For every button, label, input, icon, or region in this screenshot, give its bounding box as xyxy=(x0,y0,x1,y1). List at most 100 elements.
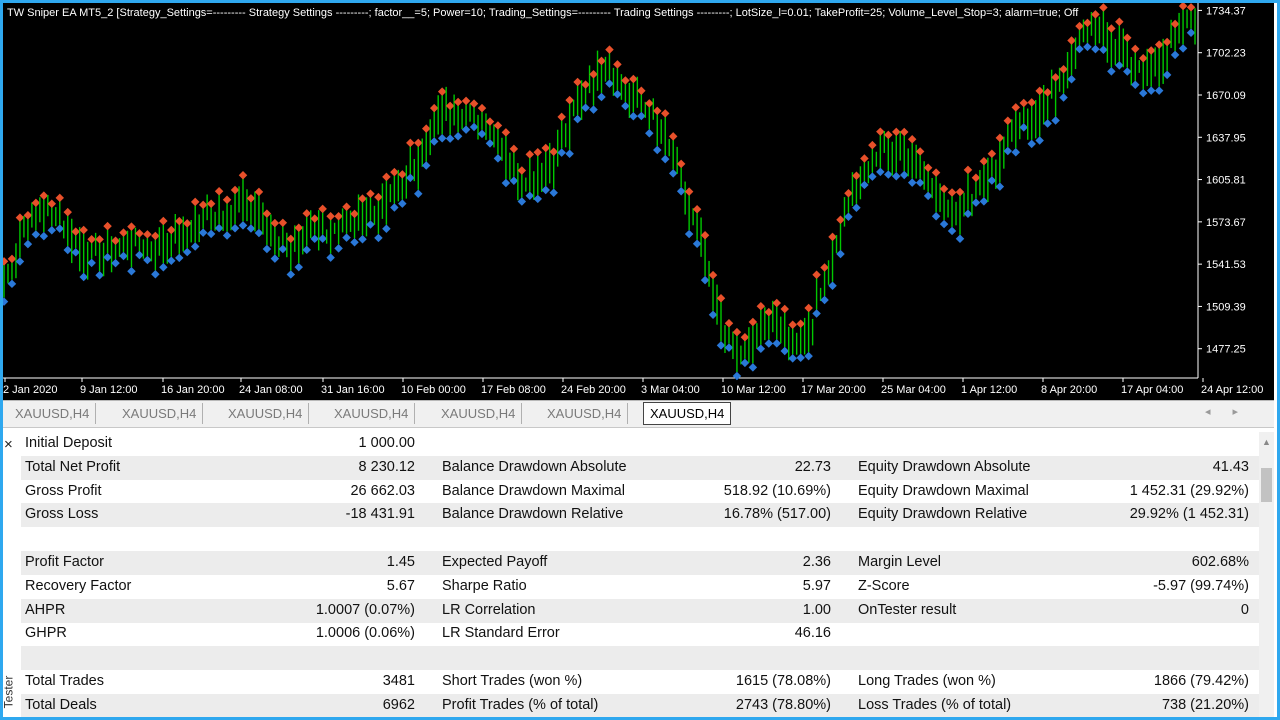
sell-marker xyxy=(740,333,750,342)
chart-tab-7[interactable]: XAUUSD,H4 xyxy=(643,402,732,425)
buy-marker xyxy=(127,266,136,276)
sell-marker xyxy=(278,218,288,228)
sell-marker xyxy=(876,127,885,136)
metric-label: Margin Level xyxy=(858,554,942,570)
sell-marker xyxy=(844,188,853,198)
metric-label: Z-Score xyxy=(858,577,910,594)
metric-label: Expected Payoff xyxy=(442,554,548,570)
chart-tab-6[interactable]: XAUUSD,H4 xyxy=(541,403,629,424)
sell-marker xyxy=(382,172,391,182)
sell-marker xyxy=(358,194,367,203)
buy-marker xyxy=(884,170,893,179)
buy-marker xyxy=(270,254,280,263)
buy-marker xyxy=(398,199,407,208)
metric-value: 16.78% (517.00) xyxy=(723,506,831,523)
buy-marker xyxy=(804,351,813,361)
buy-marker xyxy=(645,128,654,138)
chart-tab-2[interactable]: XAUUSD,H4 xyxy=(116,403,204,424)
chart-tab-5[interactable]: XAUUSD,H4 xyxy=(435,403,523,424)
sell-marker xyxy=(302,209,311,218)
buy-marker xyxy=(326,253,335,262)
buy-marker xyxy=(708,310,718,320)
buy-marker xyxy=(230,224,240,233)
buy-marker xyxy=(103,253,112,262)
report-row: Gross Loss -18 431.91 Balance Drawdown Rel… xyxy=(21,503,1259,528)
buy-marker xyxy=(294,262,304,272)
chart-tab-1[interactable]: XAUUSD,H4 xyxy=(9,403,97,424)
date-tick-label: 24 Apr 12:00 xyxy=(1201,384,1263,396)
sell-marker xyxy=(820,263,829,272)
sell-marker xyxy=(55,193,65,203)
metric-label: Profit Factor xyxy=(25,554,104,570)
metric-value: 3481 xyxy=(382,673,415,689)
chart-tab-3[interactable]: XAUUSD,H4 xyxy=(222,403,310,424)
chart-title: TW Sniper EA MT5_2 [Strategy_Settings=--… xyxy=(7,7,1079,19)
buy-marker xyxy=(581,103,590,113)
price-tick-label: 1702.23 xyxy=(1206,48,1246,60)
metric-label: Balance Drawdown Relative xyxy=(442,506,624,523)
metric-value: -5.97 (99.74%) xyxy=(1153,577,1249,594)
chart-canvas[interactable]: 1734.37 1702.23 1670.09 1637.95 1605.81 1573.… xyxy=(3,3,1274,400)
sell-marker xyxy=(692,205,702,214)
sell-marker xyxy=(660,109,670,118)
sell-marker xyxy=(294,223,304,232)
metric-label: Short Trades (won %) xyxy=(442,673,583,689)
sell-marker xyxy=(557,112,566,122)
buy-marker xyxy=(1011,148,1021,157)
buy-marker xyxy=(573,114,582,124)
sell-marker xyxy=(334,212,343,221)
report-row xyxy=(21,646,1259,671)
buy-marker xyxy=(852,203,861,212)
sell-marker xyxy=(63,207,72,217)
buy-marker xyxy=(119,251,128,261)
metric-label: Profit Trades (% of total) xyxy=(442,696,599,713)
arrow-right-icon[interactable]: ▸ xyxy=(1232,406,1260,418)
report-row: Total Net Profit 8 230.12 Balance Drawdown… xyxy=(21,455,1259,480)
sell-marker xyxy=(1083,18,1092,28)
buy-marker xyxy=(931,211,941,221)
buy-marker xyxy=(382,224,391,233)
report-scrollbar[interactable]: ▲ xyxy=(1259,432,1274,717)
metric-label: Equity Drawdown Relative xyxy=(858,506,1028,523)
sell-marker xyxy=(605,45,614,54)
buy-marker xyxy=(732,371,742,381)
price-tick-label: 1637.95 xyxy=(1206,132,1246,144)
buy-marker xyxy=(485,139,495,148)
sell-marker xyxy=(892,127,901,137)
buy-marker xyxy=(1162,70,1172,80)
sell-marker xyxy=(198,200,208,210)
buy-marker xyxy=(1075,44,1084,54)
sell-marker xyxy=(756,301,766,311)
arrow-left-icon[interactable]: ◂ xyxy=(1205,406,1233,418)
sell-marker xyxy=(613,60,622,69)
sell-marker xyxy=(860,154,869,163)
sell-marker xyxy=(461,96,471,106)
sell-marker xyxy=(1131,44,1140,54)
sell-marker xyxy=(71,227,80,236)
tab-scroll-arrows[interactable]: ◂▸ xyxy=(1205,405,1260,418)
metric-label: Gross Loss xyxy=(25,506,99,523)
buy-marker xyxy=(820,295,829,305)
buy-marker xyxy=(1035,136,1044,145)
buy-marker xyxy=(1059,93,1068,102)
buy-marker xyxy=(923,191,933,201)
price-chart[interactable]: 1734.37 1702.23 1670.09 1637.95 1605.81 1573.… xyxy=(3,3,1274,400)
sell-marker xyxy=(979,157,989,166)
scrollbar-thumb[interactable] xyxy=(1261,468,1272,502)
sell-marker xyxy=(987,149,997,159)
metric-label: Total Trades xyxy=(25,673,104,689)
buy-marker xyxy=(493,154,503,163)
chart-tab-4[interactable]: XAUUSD,H4 xyxy=(328,403,416,424)
sell-marker xyxy=(469,99,479,108)
scroll-up-icon[interactable]: ▲ xyxy=(1262,437,1271,447)
price-tick-label: 1605.81 xyxy=(1206,175,1246,187)
buy-marker xyxy=(1107,67,1116,76)
sell-marker xyxy=(509,144,519,154)
buy-marker xyxy=(844,212,853,222)
buy-marker xyxy=(756,344,766,354)
buy-marker xyxy=(1154,86,1164,95)
buy-marker xyxy=(302,245,311,255)
buy-marker xyxy=(39,231,49,241)
buy-marker xyxy=(111,258,120,268)
buy-marker xyxy=(987,176,997,185)
